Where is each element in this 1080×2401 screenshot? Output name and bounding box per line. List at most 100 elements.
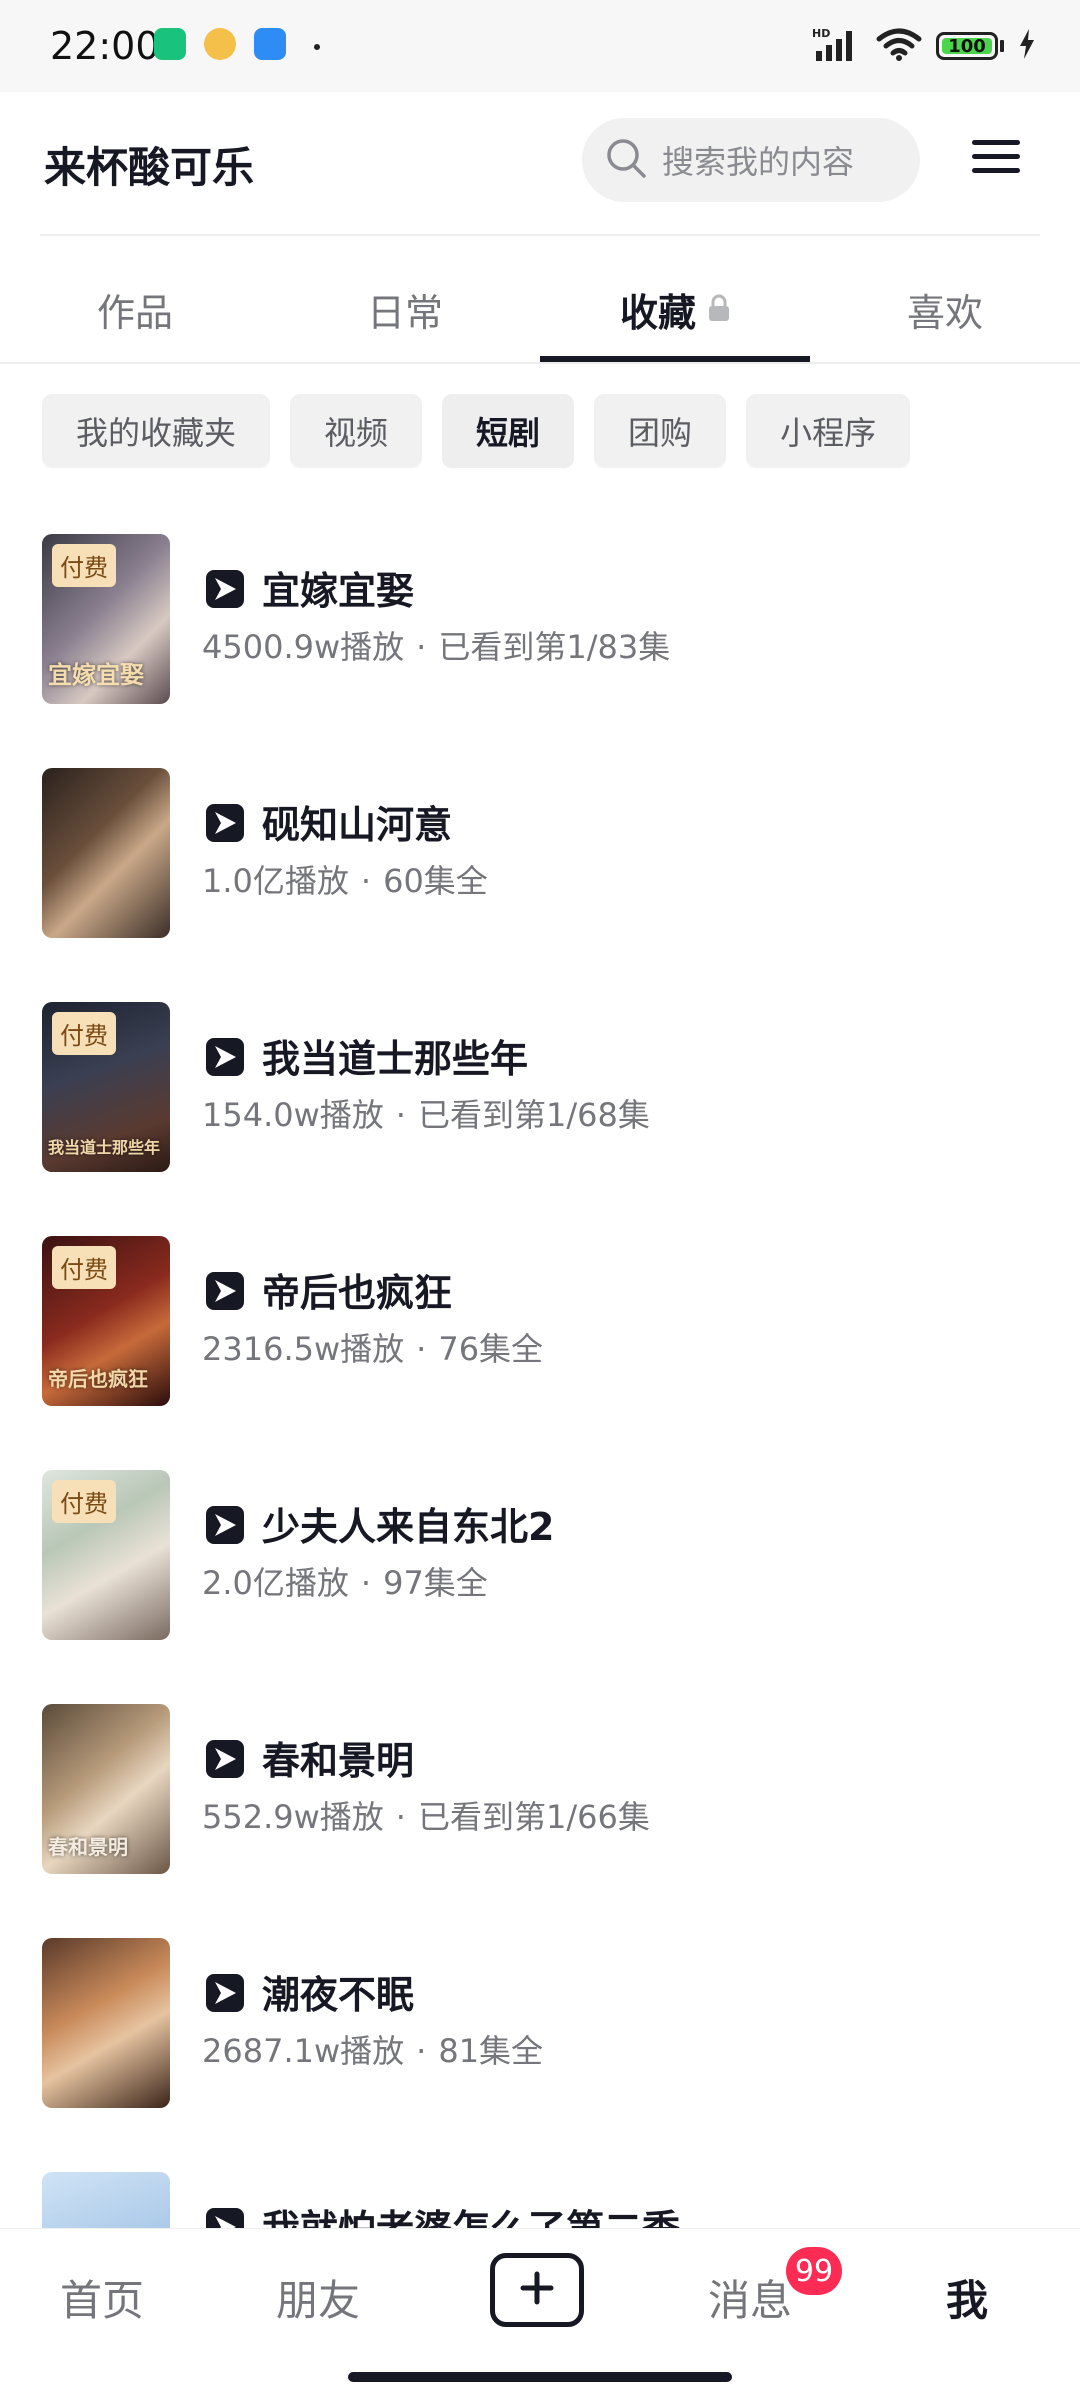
add-button[interactable] bbox=[490, 2253, 584, 2327]
paid-badge: 付费 bbox=[52, 544, 116, 587]
drama-cover: 付费 宜嫁宜娶 bbox=[42, 534, 170, 704]
chip-my-folders[interactable]: 我的收藏夹 bbox=[42, 394, 271, 468]
play-icon bbox=[206, 1506, 244, 1544]
charging-icon bbox=[1018, 29, 1036, 63]
play-icon bbox=[206, 570, 244, 608]
drama-cover: 付费 帝后也疯狂 bbox=[42, 1236, 170, 1406]
meta-separator: · bbox=[360, 862, 372, 900]
cover-title: 我当道士那些年 bbox=[48, 1138, 161, 1157]
active-tab-indicator bbox=[540, 356, 810, 362]
drama-cover: 付费 bbox=[42, 1470, 170, 1640]
status-right: HD 100 bbox=[812, 26, 1036, 66]
drama-cover: 春和景明 bbox=[42, 1704, 170, 1874]
list-item[interactable]: 付费 我当道士那些年 我当道士那些年 154.0w播放 · 已看到第1/68集 bbox=[0, 1002, 1080, 1172]
nav-messages[interactable]: 消息 bbox=[708, 2267, 792, 2328]
drama-title: 春和景明 bbox=[262, 1739, 415, 1783]
episode-status: 已看到第1/83集 bbox=[438, 628, 671, 666]
play-count: 2316.5w播放 bbox=[202, 1330, 405, 1368]
play-icon bbox=[206, 1272, 244, 1310]
drama-cover: 付费 我当道士那些年 bbox=[42, 1002, 170, 1172]
play-icon bbox=[206, 1740, 244, 1778]
add-icon bbox=[519, 2270, 555, 2310]
paid-badge: 付费 bbox=[52, 1246, 116, 1289]
list-item[interactable]: 付费 帝后也疯狂 帝后也疯狂 2316.5w播放 · 76集全 bbox=[0, 1236, 1080, 1406]
status-bar: 22:00 HD 100 bbox=[0, 0, 1080, 92]
chip-group-buy[interactable]: 团购 bbox=[594, 394, 727, 468]
drama-meta: 4500.9w播放 · 已看到第1/83集 bbox=[202, 622, 670, 668]
episode-status: 97集全 bbox=[383, 1564, 488, 1602]
svg-text:HD: HD bbox=[812, 27, 830, 40]
paid-badge: 付费 bbox=[52, 1480, 116, 1523]
play-count: 552.9w播放 bbox=[202, 1798, 384, 1836]
meta-separator: · bbox=[416, 2032, 427, 2070]
drama-meta: 1.0亿播放 · 60集全 bbox=[202, 856, 488, 902]
cover-title: 宜嫁宜娶 bbox=[48, 661, 144, 689]
play-icon bbox=[206, 804, 244, 842]
tab-label: 喜欢 bbox=[906, 290, 983, 335]
drama-title: 我当道士那些年 bbox=[262, 1037, 529, 1081]
more-notifications-icon bbox=[314, 44, 320, 50]
drama-title: 宜嫁宜娶 bbox=[262, 569, 415, 613]
paid-badge: 付费 bbox=[52, 1012, 116, 1055]
tab-label: 收藏 bbox=[619, 290, 696, 335]
nav-me[interactable]: 我 bbox=[946, 2267, 988, 2328]
nav-home[interactable]: 首页 bbox=[60, 2267, 144, 2328]
tab-label: 日常 bbox=[366, 290, 443, 335]
battery-level: 100 bbox=[948, 35, 986, 57]
drama-cover bbox=[42, 1938, 170, 2108]
drama-meta: 154.0w播放 · 已看到第1/68集 bbox=[202, 1090, 650, 1136]
play-count: 2687.1w播放 bbox=[202, 2032, 405, 2070]
menu-icon[interactable] bbox=[972, 140, 1020, 180]
header-divider bbox=[40, 234, 1040, 236]
play-icon bbox=[206, 1974, 244, 2012]
wifi-icon bbox=[876, 27, 922, 65]
tab-works[interactable]: 作品 bbox=[0, 256, 270, 362]
username: 来杯酸可乐 bbox=[44, 143, 255, 192]
drama-meta: 2.0亿播放 · 97集全 bbox=[202, 1558, 488, 1604]
tab-label: 作品 bbox=[96, 290, 173, 335]
drama-title: 少夫人来自东北2 bbox=[262, 1505, 555, 1549]
filter-chips: 我的收藏夹 视频 短剧 团购 小程序 bbox=[42, 394, 911, 468]
drama-meta: 2687.1w播放 · 81集全 bbox=[202, 2026, 543, 2072]
drama-cover bbox=[42, 768, 170, 938]
episode-status: 81集全 bbox=[438, 2032, 544, 2070]
play-count: 1.0亿播放 bbox=[202, 862, 349, 900]
play-count: 2.0亿播放 bbox=[202, 1564, 349, 1602]
episode-status: 已看到第1/68集 bbox=[417, 1096, 650, 1134]
meta-separator: · bbox=[416, 628, 427, 666]
list-item[interactable]: 付费 少夫人来自东北2 2.0亿播放 · 97集全 bbox=[0, 1470, 1080, 1640]
list-item[interactable]: 付费 宜嫁宜娶 宜嫁宜娶 4500.9w播放 · 已看到第1/83集 bbox=[0, 534, 1080, 704]
cloud-notification-icon bbox=[254, 28, 286, 60]
search-placeholder: 搜索我的内容 bbox=[662, 143, 855, 181]
signal-icon: HD bbox=[812, 27, 862, 65]
chip-short-dramas[interactable]: 短剧 bbox=[442, 394, 575, 468]
profile-header: 来杯酸可乐 搜索我的内容 bbox=[0, 92, 1080, 236]
weibo-notification-icon bbox=[204, 28, 236, 60]
list-item[interactable]: 潮夜不眠 2687.1w播放 · 81集全 bbox=[0, 1938, 1080, 2108]
cover-title: 春和景明 bbox=[48, 1835, 128, 1859]
drama-meta: 2316.5w播放 · 76集全 bbox=[202, 1324, 543, 1370]
messages-badge: 99 bbox=[786, 2247, 842, 2295]
meta-separator: · bbox=[395, 1798, 406, 1836]
tab-likes[interactable]: 喜欢 bbox=[810, 256, 1080, 362]
drama-title: 潮夜不眠 bbox=[262, 1973, 415, 2017]
drama-title: 砚知山河意 bbox=[262, 803, 453, 847]
profile-tabs: 作品 日常 收藏 喜欢 bbox=[0, 256, 1080, 364]
episode-status: 76集全 bbox=[438, 1330, 544, 1368]
search-input[interactable]: 搜索我的内容 bbox=[582, 118, 920, 202]
meta-separator: · bbox=[416, 1330, 427, 1368]
tab-daily[interactable]: 日常 bbox=[270, 256, 540, 362]
search-icon bbox=[604, 136, 648, 184]
drama-meta: 552.9w播放 · 已看到第1/66集 bbox=[202, 1792, 650, 1838]
app-notification-icon bbox=[154, 28, 186, 60]
episode-status: 已看到第1/66集 bbox=[417, 1798, 650, 1836]
tab-favorites[interactable]: 收藏 bbox=[540, 256, 810, 362]
list-item[interactable]: 砚知山河意 1.0亿播放 · 60集全 bbox=[0, 768, 1080, 938]
home-indicator bbox=[348, 2372, 732, 2382]
nav-friends[interactable]: 朋友 bbox=[276, 2267, 360, 2328]
status-time: 22:00 bbox=[50, 24, 160, 68]
list-item[interactable]: 春和景明 春和景明 552.9w播放 · 已看到第1/66集 bbox=[0, 1704, 1080, 1874]
play-count: 154.0w播放 bbox=[202, 1096, 384, 1134]
chip-mini-programs[interactable]: 小程序 bbox=[746, 394, 911, 468]
chip-videos[interactable]: 视频 bbox=[290, 394, 423, 468]
